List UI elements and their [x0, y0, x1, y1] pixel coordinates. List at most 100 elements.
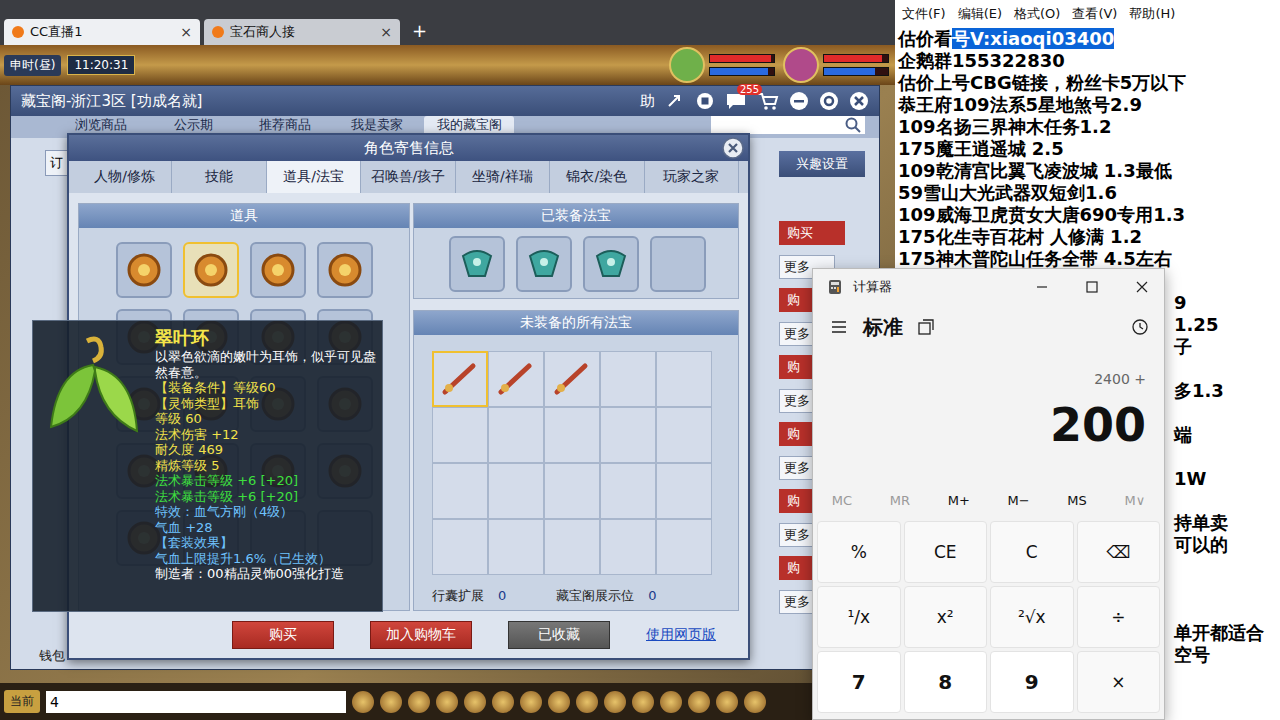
- treasure-cell[interactable]: [656, 519, 712, 575]
- treasure-cell[interactable]: [600, 463, 656, 519]
- keep-on-top-icon[interactable]: [917, 318, 935, 336]
- dialog-tab[interactable]: 锦衣/染色: [550, 161, 644, 193]
- toolbar-icon[interactable]: [688, 691, 710, 713]
- calculator-key[interactable]: %: [817, 521, 901, 583]
- menu-item[interactable]: 查看(V): [1067, 3, 1122, 25]
- treasure-slot[interactable]: [516, 236, 572, 292]
- search-field[interactable]: [711, 116, 865, 134]
- portrait[interactable]: [669, 47, 775, 83]
- toolbar-icon[interactable]: [576, 691, 598, 713]
- dialog-button[interactable]: 购买: [232, 621, 334, 649]
- message-button[interactable]: 255: [725, 92, 747, 110]
- share-icon[interactable]: [665, 91, 685, 111]
- dialog-button[interactable]: 已收藏: [508, 621, 610, 649]
- chat-input[interactable]: 4: [46, 691, 346, 713]
- history-icon[interactable]: [1130, 317, 1150, 337]
- treasure-cell[interactable]: [488, 463, 544, 519]
- memory-button[interactable]: MC: [832, 493, 852, 508]
- help-button[interactable]: 助: [640, 92, 655, 111]
- menu-item[interactable]: 帮助(H): [1124, 3, 1180, 25]
- treasure-cell[interactable]: [656, 351, 712, 407]
- treasure-cell[interactable]: [544, 463, 600, 519]
- order-button[interactable]: 订: [45, 150, 68, 176]
- toolbar-icon[interactable]: [464, 691, 486, 713]
- treasure-cell[interactable]: [544, 519, 600, 575]
- calculator-key[interactable]: C: [990, 521, 1074, 583]
- calculator-key[interactable]: ⌫: [1077, 521, 1161, 583]
- treasure-cell[interactable]: [600, 407, 656, 463]
- dialog-button[interactable]: 加入购物车: [370, 621, 472, 649]
- calculator-key[interactable]: CE: [904, 521, 988, 583]
- menu-item[interactable]: 格式(O): [1009, 3, 1065, 25]
- treasure-cell[interactable]: [600, 519, 656, 575]
- item-slot[interactable]: [250, 242, 306, 298]
- search-icon[interactable]: [845, 117, 861, 133]
- browser-tab[interactable]: 宝石商人接×: [204, 19, 400, 45]
- treasure-slot[interactable]: [449, 236, 505, 292]
- cbg-tab[interactable]: 公示期: [148, 116, 238, 134]
- tab-close-button[interactable]: ×: [180, 24, 192, 40]
- memory-button[interactable]: M−: [1008, 493, 1030, 508]
- minimize-icon[interactable]: [1034, 279, 1050, 295]
- treasure-cell[interactable]: [488, 519, 544, 575]
- memory-button[interactable]: MS: [1067, 493, 1086, 508]
- dialog-tab[interactable]: 道具/法宝: [267, 161, 361, 193]
- calculator-key[interactable]: ¹/x: [817, 586, 901, 648]
- toolbar-icon[interactable]: [660, 691, 682, 713]
- calculator-key[interactable]: 9: [990, 651, 1074, 713]
- treasure-cell[interactable]: [488, 407, 544, 463]
- cbg-tab[interactable]: 我是卖家: [332, 116, 422, 134]
- cbg-tab[interactable]: 推荐商品: [240, 116, 330, 134]
- treasure-cell[interactable]: [544, 351, 600, 407]
- toolbar-icon[interactable]: [492, 691, 514, 713]
- close-icon[interactable]: [1134, 279, 1150, 295]
- channel-button[interactable]: 当前: [4, 690, 40, 713]
- treasure-cell[interactable]: [488, 351, 544, 407]
- toolbar-icon[interactable]: [604, 691, 626, 713]
- dialog-tab[interactable]: 人物/修炼: [78, 161, 172, 193]
- toolbar-icon[interactable]: [436, 691, 458, 713]
- treasure-cell[interactable]: [432, 351, 488, 407]
- close-icon[interactable]: [722, 137, 744, 159]
- cart-icon[interactable]: [757, 91, 779, 111]
- memory-button[interactable]: M∨: [1124, 493, 1145, 508]
- dialog-tab[interactable]: 坐骑/祥瑞: [456, 161, 550, 193]
- browser-tab[interactable]: CC直播1×: [4, 19, 200, 45]
- interest-settings-button[interactable]: 兴趣设置: [779, 151, 865, 177]
- treasure-cell[interactable]: [656, 463, 712, 519]
- portrait[interactable]: [783, 47, 889, 83]
- treasure-slot[interactable]: [583, 236, 639, 292]
- memory-button[interactable]: M+: [948, 493, 970, 508]
- toolbar-icon[interactable]: [408, 691, 430, 713]
- menu-item[interactable]: 编辑(E): [953, 3, 1007, 25]
- menu-item[interactable]: 文件(F): [897, 3, 951, 25]
- calculator-key[interactable]: ÷: [1077, 586, 1161, 648]
- treasure-cell[interactable]: [544, 407, 600, 463]
- calculator-key[interactable]: ×: [1077, 651, 1161, 713]
- treasure-cell[interactable]: [432, 407, 488, 463]
- dialog-tab[interactable]: 玩家之家: [645, 161, 739, 193]
- dialog-tab[interactable]: 召唤兽/孩子: [361, 161, 455, 193]
- toolbar-icon[interactable]: [632, 691, 654, 713]
- item-slot[interactable]: [116, 242, 172, 298]
- cbg-tab[interactable]: 我的藏宝阁: [424, 116, 514, 134]
- cbg-tab[interactable]: 浏览商品: [56, 116, 146, 134]
- treasure-cell[interactable]: [656, 407, 712, 463]
- toolbar-icon[interactable]: [352, 691, 374, 713]
- toolbar-icon[interactable]: [380, 691, 402, 713]
- calculator-key[interactable]: x²: [904, 586, 988, 648]
- item-slot[interactable]: [183, 242, 239, 298]
- memory-button[interactable]: MR: [890, 493, 910, 508]
- treasure-slot[interactable]: [650, 236, 706, 292]
- calculator-key[interactable]: 7: [817, 651, 901, 713]
- toolbar-icon[interactable]: [548, 691, 570, 713]
- dialog-button[interactable]: 使用网页版: [646, 622, 716, 648]
- treasure-cell[interactable]: [432, 463, 488, 519]
- dialog-tab[interactable]: 技能: [172, 161, 266, 193]
- toolbar-icon[interactable]: [520, 691, 542, 713]
- item-slot[interactable]: [317, 242, 373, 298]
- stop-icon[interactable]: [695, 91, 715, 111]
- new-tab-button[interactable]: +: [404, 20, 435, 45]
- maximize-icon[interactable]: [1084, 279, 1100, 295]
- hamburger-icon[interactable]: [829, 317, 849, 337]
